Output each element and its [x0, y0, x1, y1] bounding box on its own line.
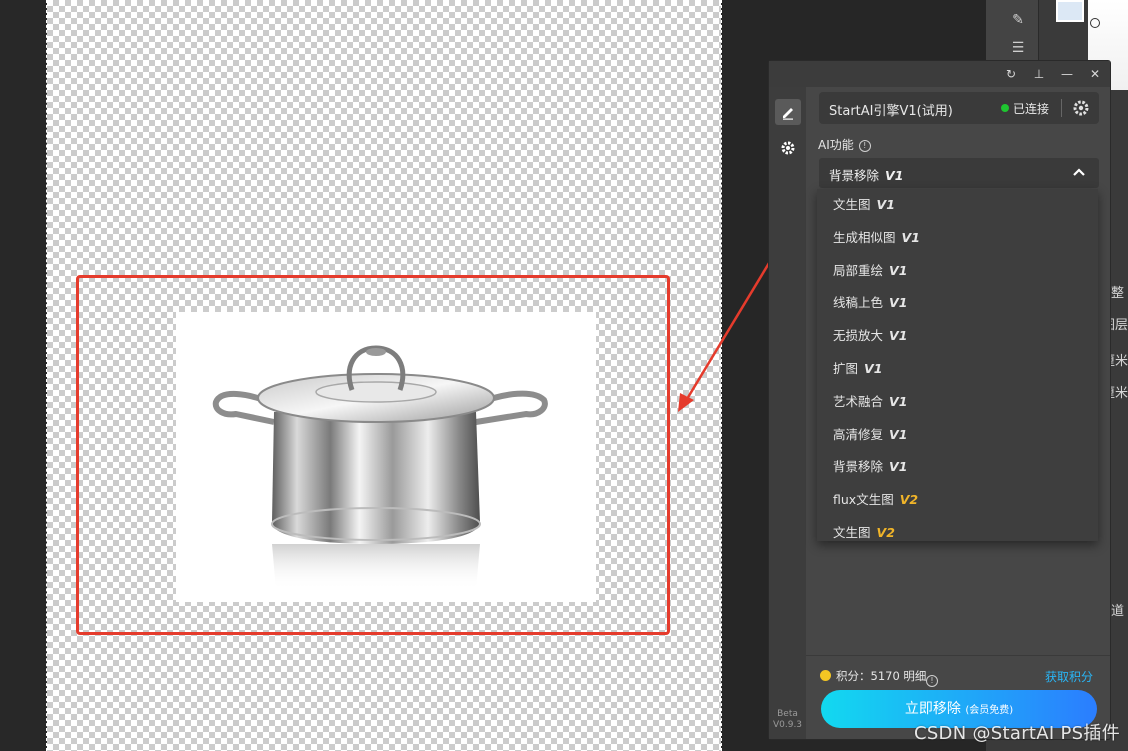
dropdown-option-label: 文生图: [833, 197, 871, 212]
dropdown-option-label: 无损放大: [833, 328, 884, 344]
dropdown-option[interactable]: 文生图 V2: [817, 517, 1098, 541]
dropdown-option[interactable]: 艺术融合 V1: [817, 386, 1098, 419]
connection-status: 已连接: [1013, 102, 1050, 116]
minimize-icon[interactable]: —: [1058, 65, 1076, 83]
connection-status-dot: [1001, 104, 1009, 112]
dropdown-option-version: V1: [889, 459, 908, 475]
sliders-icon[interactable]: ☰: [1008, 40, 1028, 56]
engine-title: StartAI引擎V1(试用): [829, 104, 953, 119]
close-icon[interactable]: ✕: [1086, 65, 1104, 83]
dropdown-option[interactable]: 高清修复 V1: [817, 419, 1098, 452]
plugin-version: Beta V0.9.3: [769, 709, 806, 731]
dropdown-option-version: V1: [889, 295, 908, 311]
dropdown-option-label: 艺术融合: [833, 393, 884, 409]
dropdown-option-label: 局部重绘: [833, 262, 884, 278]
plugin-side-nav: Beta V0.9.3: [769, 87, 806, 739]
dropdown-option-version: V1: [889, 328, 908, 344]
side-label-5: 道: [1110, 604, 1124, 619]
dropdown-option-label: 扩图: [833, 360, 859, 376]
dropdown-option-label: 线稿上色: [833, 295, 884, 311]
foreground-color-swatch[interactable]: [1056, 0, 1084, 22]
dropdown-option-version: V1: [864, 360, 883, 376]
dropdown-option-version: V1: [889, 262, 908, 278]
ai-function-select[interactable]: 背景移除 V1: [819, 158, 1099, 188]
brush-icon[interactable]: ✎: [1008, 12, 1028, 28]
refresh-icon[interactable]: ↻: [1002, 65, 1020, 83]
ai-function-dropdown: 文生图 V1 生成相似图 V1 局部重绘 V1 线稿上色 V1 无损放大 V1 扩图 V1 艺术融合 V1…: [817, 189, 1098, 541]
gear-icon[interactable]: [775, 135, 801, 161]
dropdown-option-version: V1: [889, 426, 908, 442]
dropdown-option-version: V2: [899, 492, 919, 508]
selected-function-label: 背景移除: [829, 168, 880, 183]
dropdown-option-version: V1: [889, 393, 908, 409]
remove-now-sublabel: (会员免费): [965, 705, 1014, 716]
dropdown-option-label: 生成相似图: [833, 229, 896, 245]
info-icon[interactable]: !: [858, 140, 871, 152]
dropdown-option-label: 文生图: [833, 524, 871, 540]
pin-icon[interactable]: ⊥: [1030, 65, 1048, 83]
get-points-link[interactable]: 获取积分: [1045, 668, 1093, 685]
dropdown-option-label: 高清修复: [833, 426, 884, 442]
engine-separator: [1061, 99, 1062, 117]
selected-function-version: V1: [885, 168, 904, 183]
dropdown-option-version: V1: [901, 229, 920, 245]
remove-now-label: 立即移除: [904, 701, 961, 717]
points-info-icon[interactable]: !: [926, 669, 938, 688]
points-balance: 积分：5170 明细: [836, 669, 927, 683]
selected-function: 背景移除 V1: [829, 165, 903, 184]
watermark: CSDN @StartAI PS插件: [913, 723, 1120, 744]
dropdown-option[interactable]: 无损放大 V1: [817, 320, 1098, 353]
dropdown-option[interactable]: 生成相似图 V1: [817, 222, 1098, 255]
version-beta-label: Beta: [777, 709, 798, 719]
dropdown-option-label: flux文生图: [833, 492, 894, 508]
side-label-1: 整: [1110, 286, 1124, 301]
dropdown-option[interactable]: 线稿上色 V1: [817, 287, 1098, 320]
engine-settings-icon[interactable]: [1069, 96, 1093, 120]
edit-icon[interactable]: [775, 99, 801, 125]
ai-function-label-text: AI功能: [818, 138, 854, 152]
version-number: V0.9.3: [772, 720, 803, 730]
engine-status-bar[interactable]: StartAI引擎V1(试用) 已连接: [819, 92, 1099, 124]
dropdown-option[interactable]: 背景移除 V1: [817, 451, 1098, 484]
dropdown-option[interactable]: 局部重绘 V1: [817, 255, 1098, 288]
coin-icon: [820, 670, 831, 681]
dropdown-option-label: 背景移除: [833, 459, 884, 475]
chevron-up-icon: [1073, 168, 1085, 176]
dropdown-option-version: V1: [876, 197, 895, 212]
dropdown-option[interactable]: 文生图 V1: [817, 189, 1098, 222]
ai-function-label: AI功能!: [818, 136, 871, 153]
dropdown-option-version: V2: [876, 524, 895, 540]
dropdown-option[interactable]: 扩图 V1: [817, 353, 1098, 386]
dropdown-option[interactable]: flux文生图 V2: [817, 484, 1098, 517]
panel-titlebar: ↻ ⊥ — ✕: [769, 61, 1110, 87]
footer-divider: [806, 655, 1110, 656]
